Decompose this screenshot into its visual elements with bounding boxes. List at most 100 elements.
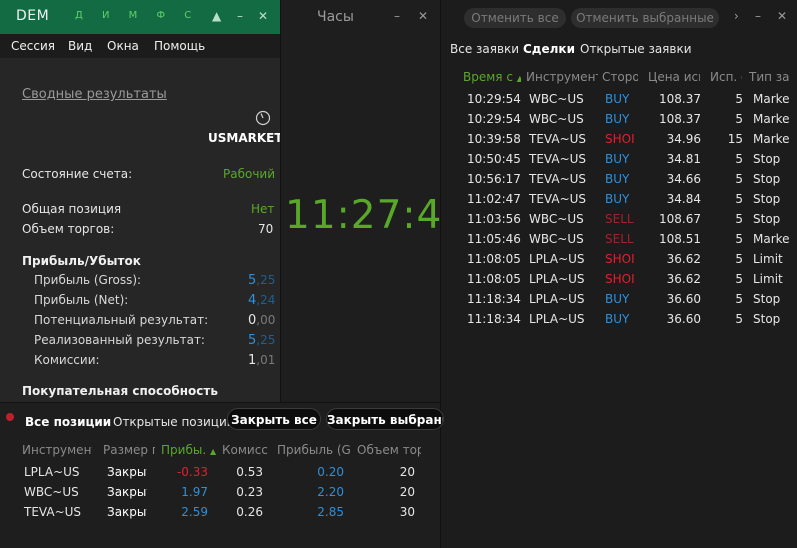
cell-price: 108.37 — [659, 112, 701, 126]
tab-open-positions[interactable]: Открытые позиции — [113, 415, 235, 429]
cancel-all-button[interactable]: Отменить все — [464, 8, 566, 28]
account-title-bar[interactable]: DEM Д И М Ф С ▲ – ✕ — [0, 0, 280, 34]
close-icon[interactable]: ✕ — [258, 9, 268, 23]
orders-close-icon[interactable]: ✕ — [777, 9, 787, 23]
cell-qty: 5 — [735, 112, 743, 126]
buying-power-header: Покупательная способность — [22, 384, 218, 398]
cell-vol: 20 — [399, 465, 415, 479]
cell-sym: TEVA~US — [529, 132, 587, 146]
cell-price: 34.96 — [666, 132, 701, 146]
cell-qty: 5 — [735, 152, 743, 166]
clock-icon — [255, 110, 271, 129]
cell-price: 36.60 — [666, 292, 701, 306]
cell-time: 10:29:54 — [467, 112, 521, 126]
chevron-right-icon[interactable]: › — [734, 9, 739, 23]
cell-time: 11:02:47 — [467, 192, 521, 206]
cell-profit: 1.97 — [181, 485, 208, 499]
cell-side: BUY — [605, 192, 630, 206]
pcol-profit[interactable]: Прибы. ▲ — [161, 443, 217, 457]
account-panel: DEM Д И М Ф С ▲ – ✕ Сессия Вид Окна Помо… — [0, 0, 283, 402]
orders-minimize-icon[interactable]: – — [755, 9, 761, 23]
cell-sym: LPLA~US — [529, 292, 585, 306]
menu-windows[interactable]: Окна — [107, 39, 139, 53]
cell-type: Stop — [753, 292, 781, 306]
pcol-instrument[interactable]: Инструмент — [22, 443, 92, 457]
col-price[interactable]: Цена исп — [648, 70, 700, 84]
tab-trades[interactable]: Сделки — [523, 42, 575, 56]
sort-asc-icon: ▲ — [516, 74, 521, 83]
cell-side: BUY — [605, 112, 630, 126]
cell-time: 11:05:46 — [467, 232, 521, 246]
cell-side: SELL — [605, 212, 634, 226]
cell-price: 34.81 — [666, 152, 701, 166]
pcol-size[interactable]: Размер п — [103, 443, 155, 457]
cell-price: 34.66 — [666, 172, 701, 186]
state-value: Рабочий — [223, 167, 276, 181]
cell-profit: -0.33 — [176, 465, 208, 479]
cell-sym: TEVA~US — [529, 172, 587, 186]
cell-sym: WBC~US — [529, 212, 584, 226]
cell-qty: 15 — [727, 132, 743, 146]
cell-time: 11:03:56 — [467, 212, 521, 226]
gross-value: 5,25 — [248, 273, 276, 288]
col-instrument[interactable]: Инструмент — [526, 70, 598, 84]
realized-label: Реализованный результат: — [34, 333, 205, 347]
menu-view[interactable]: Вид — [68, 39, 92, 53]
potential-label: Потенциальный результат: — [34, 313, 209, 327]
col-type[interactable]: Тип за — [749, 70, 793, 84]
pcol-gross[interactable]: Прибыль (Gr — [277, 443, 351, 457]
cell-profit: 2.59 — [181, 505, 208, 519]
cell-time: 10:50:45 — [467, 152, 521, 166]
clock-panel: Часы – ✕ 11:27:41 — [280, 0, 467, 402]
cell-type: Marke — [753, 232, 790, 246]
cell-type: Marke — [753, 92, 790, 106]
clock-close-icon[interactable]: ✕ — [418, 9, 428, 23]
cell-time: 11:18:34 — [467, 292, 521, 306]
cell-sym: TEVA~US — [24, 505, 82, 519]
tab-all-orders[interactable]: Все заявки — [450, 42, 519, 56]
pcol-volume[interactable]: Объем тор — [357, 443, 421, 457]
cell-qty: 5 — [735, 312, 743, 326]
collapse-up-icon[interactable]: ▲ — [212, 9, 221, 23]
summary-link[interactable]: Сводные результаты — [22, 87, 167, 102]
close-selected-button[interactable]: Закрыть выбранн — [326, 408, 444, 430]
cell-qty: 5 — [735, 252, 743, 266]
tab-all-positions[interactable]: Все позиции — [25, 415, 111, 429]
potential-value: 0,00 — [248, 313, 276, 328]
cell-side: SELL — [605, 232, 634, 246]
close-all-button[interactable]: Закрыть все — [227, 408, 321, 430]
cell-qty: 5 — [735, 92, 743, 106]
cell-time: 11:18:34 — [467, 312, 521, 326]
col-time[interactable]: Время с ▲ — [463, 70, 521, 84]
minimize-icon[interactable]: – — [237, 9, 243, 23]
cell-vol: 20 — [399, 485, 415, 499]
pnl-header: Прибыль/Убыток — [22, 254, 141, 268]
cell-sym: WBC~US — [529, 112, 584, 126]
col-side[interactable]: Сторо — [602, 70, 638, 84]
cell-type: Marke — [753, 132, 790, 146]
tab-open-orders[interactable]: Открытые заявки — [580, 42, 692, 56]
commission-value: 1,01 — [248, 353, 276, 368]
clock-minimize-icon[interactable]: – — [394, 9, 400, 23]
cell-size: Закрыт — [107, 505, 147, 519]
cell-sym: WBC~US — [24, 485, 79, 499]
menu-help[interactable]: Помощь — [154, 39, 205, 53]
cell-price: 108.37 — [659, 92, 701, 106]
cell-type: Stop — [753, 212, 781, 226]
cell-price: 34.84 — [666, 192, 701, 206]
col-filled[interactable]: Исп. о — [710, 70, 742, 84]
cell-sym: LPLA~US — [529, 272, 585, 286]
pcol-commission[interactable]: Комисс — [222, 443, 268, 457]
cell-gross: 2.20 — [317, 485, 344, 499]
cell-sym: WBC~US — [529, 92, 584, 106]
cell-qty: 5 — [735, 192, 743, 206]
cell-side: BUY — [605, 292, 630, 306]
positions-panel: Все позиции Открытые позиции Закрыть все… — [0, 402, 444, 548]
cell-type: Stop — [753, 192, 781, 206]
cell-type: Stop — [753, 312, 781, 326]
menu-session[interactable]: Сессия — [11, 39, 55, 53]
cell-qty: 5 — [735, 232, 743, 246]
cell-sym: TEVA~US — [529, 152, 587, 166]
cancel-selected-button[interactable]: Отменить выбранные — [571, 8, 719, 28]
cell-type: Stop — [753, 152, 781, 166]
